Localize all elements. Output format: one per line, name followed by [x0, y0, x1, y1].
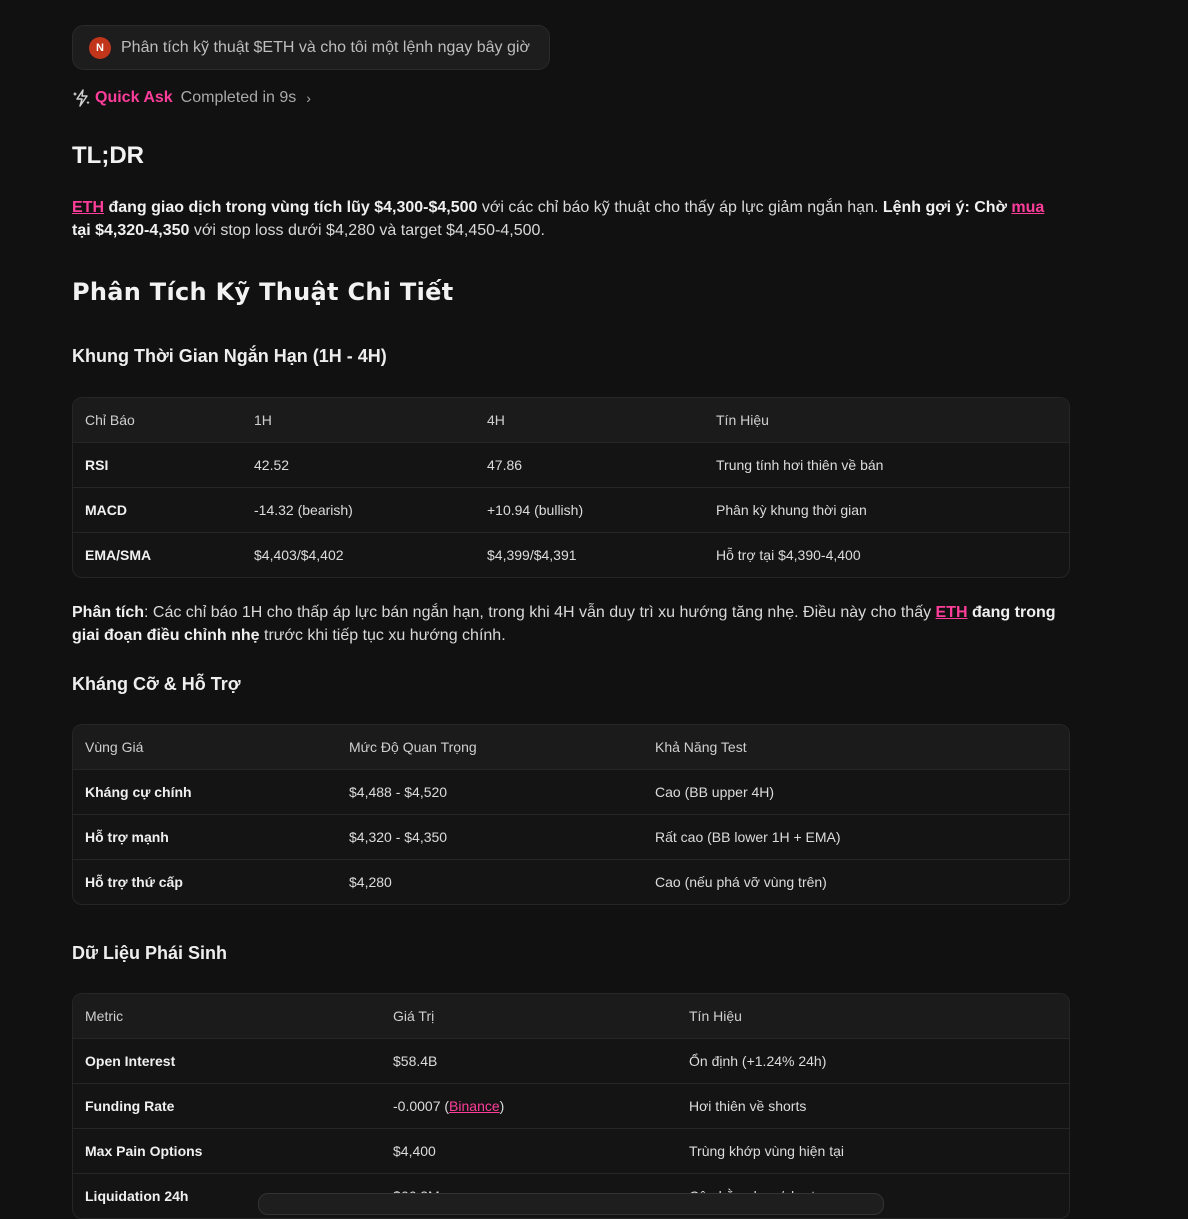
analysis-paragraph: Phân tích: Các chỉ báo 1H cho thấp áp lự… — [72, 601, 1070, 647]
table-cell: $4,403/$4,402 — [254, 547, 344, 563]
eth-link[interactable]: ETH — [936, 604, 968, 621]
column-header: Metric — [85, 1008, 124, 1024]
table-cell: Kháng cự chính — [85, 784, 192, 800]
section-title: Phân Tích Kỹ Thuật Chi Tiết — [72, 278, 454, 306]
table-cell: -0.0007 (Binance) — [381, 1098, 677, 1114]
table-header-row: Vùng Giá Mức Độ Quan Trọng Khả Năng Test — [73, 725, 1069, 769]
table-cell: Phân kỳ khung thời gian — [716, 502, 867, 518]
user-message-bubble: N Phân tích kỹ thuật $ETH và cho tôi một… — [72, 25, 550, 70]
table-cell: 47.86 — [487, 457, 523, 473]
table-row: MACD -14.32 (bearish) +10.94 (bullish) P… — [73, 487, 1069, 532]
column-header: Khả Năng Test — [655, 739, 747, 755]
table-cell: -14.32 (bearish) — [254, 502, 353, 518]
tldr-bold-3: tại $4,320-4,350 — [72, 222, 190, 239]
table-cell: Hỗ trợ mạnh — [85, 829, 169, 845]
quick-ask-toggle[interactable]: Quick Ask Completed in 9s › — [72, 86, 311, 110]
quick-ask-status: Completed in 9s — [180, 89, 297, 106]
table-row: EMA/SMA $4,403/$4,402 $4,399/$4,391 Hỗ t… — [73, 532, 1069, 577]
table-cell: Cao (BB upper 4H) — [655, 784, 775, 800]
table-cell: $4,280 — [349, 874, 392, 890]
table-cell: +10.94 (bullish) — [487, 502, 584, 518]
table-row: Kháng cự chính $4,488 - $4,520 Cao (BB u… — [73, 769, 1069, 814]
table-header-row: Chỉ Báo 1H 4H Tín Hiệu — [73, 398, 1069, 442]
column-header: 1H — [254, 412, 272, 428]
table-cell: $4,320 - $4,350 — [349, 829, 448, 845]
tldr-text-1: với các chỉ báo kỹ thuật cho thấy áp lực… — [477, 199, 883, 216]
table-cell: $4,400 — [393, 1143, 436, 1159]
short-term-heading: Khung Thời Gian Ngắn Hạn (1H - 4H) — [72, 346, 387, 366]
analysis-label: Phân tích — [72, 604, 145, 621]
table-row: Open Interest $58.4B Ổn định (+1.24% 24h… — [73, 1038, 1069, 1083]
analysis-text-1: : Các chỉ báo 1H cho thấp áp lực bán ngắ… — [144, 604, 936, 621]
table-row: RSI 42.52 47.86 Trung tính hơi thiên về … — [73, 442, 1069, 487]
user-avatar: N — [89, 36, 111, 59]
levels-table: Vùng Giá Mức Độ Quan Trọng Khả Năng Test… — [72, 724, 1070, 905]
short-term-table: Chỉ Báo 1H 4H Tín Hiệu RSI 42.52 47.86 T… — [72, 397, 1070, 578]
column-header: 4H — [487, 412, 505, 428]
eth-link[interactable]: ETH — [72, 199, 104, 216]
table-cell: Hỗ trợ tại $4,390-4,400 — [716, 547, 861, 563]
column-header: Tín Hiệu — [716, 412, 769, 428]
chat-input-bar[interactable] — [258, 1193, 884, 1215]
column-header: Giá Trị — [393, 1008, 435, 1024]
table-row: Hỗ trợ thứ cấp $4,280 Cao (nếu phá vỡ vù… — [73, 859, 1069, 904]
table-row: Hỗ trợ mạnh $4,320 - $4,350 Rất cao (BB … — [73, 814, 1069, 859]
tldr-bold-1: đang giao dịch trong vùng tích lũy $4,30… — [104, 199, 478, 216]
column-header: Mức Độ Quan Trọng — [349, 739, 477, 755]
levels-heading: Kháng Cỡ & Hỗ Trợ — [72, 674, 241, 694]
table-cell: Cao (nếu phá vỡ vùng trên) — [655, 874, 827, 890]
table-cell: Max Pain Options — [85, 1143, 203, 1159]
table-cell: 42.52 — [254, 457, 290, 473]
buy-link[interactable]: mua — [1011, 199, 1044, 216]
table-cell: Ổn định (+1.24% 24h) — [689, 1053, 827, 1069]
table-cell: EMA/SMA — [85, 547, 152, 563]
derivatives-table: Metric Giá Trị Tín Hiệu Open Interest $5… — [72, 993, 1070, 1219]
analysis-text-2: trước khi tiếp tục xu hướng chính. — [259, 627, 506, 644]
table-cell: Hơi thiên về shorts — [689, 1098, 807, 1114]
funding-close: ) — [499, 1098, 505, 1114]
table-cell: MACD — [85, 502, 127, 518]
table-cell: $4,488 - $4,520 — [349, 784, 448, 800]
table-cell: $4,399/$4,391 — [487, 547, 577, 563]
table-cell: Trùng khớp vùng hiện tại — [689, 1143, 844, 1159]
table-header-row: Metric Giá Trị Tín Hiệu — [73, 994, 1069, 1038]
derivatives-heading: Dữ Liệu Phái Sinh — [72, 943, 228, 963]
table-cell: Funding Rate — [85, 1098, 175, 1114]
table-row: Funding Rate -0.0007 (Binance) Hơi thiên… — [73, 1083, 1069, 1128]
binance-link[interactable]: Binance — [449, 1098, 500, 1114]
table-cell: Hỗ trợ thứ cấp — [85, 874, 183, 890]
sparkle-bolt-icon — [73, 89, 90, 107]
table-cell: RSI — [85, 457, 109, 473]
tldr-text-2: với stop loss dưới $4,280 và target $4,4… — [189, 222, 545, 239]
table-cell: Trung tính hơi thiên về bán — [716, 457, 884, 473]
table-cell: Open Interest — [85, 1053, 176, 1069]
tldr-bold-2: Lệnh gợi ý: Chờ — [882, 199, 1012, 216]
table-cell: Rất cao (BB lower 1H + EMA) — [655, 829, 841, 845]
quick-ask-title: Quick Ask — [95, 89, 173, 106]
column-header: Vùng Giá — [85, 739, 144, 755]
column-header: Tín Hiệu — [689, 1008, 742, 1024]
chevron-right-icon[interactable]: › — [306, 90, 311, 106]
user-message-text: Phân tích kỹ thuật $ETH và cho tôi một l… — [121, 38, 530, 56]
funding-value: -0.0007 ( — [393, 1098, 450, 1114]
tldr-paragraph: ETH đang giao dịch trong vùng tích lũy $… — [72, 196, 1070, 242]
column-header: Chỉ Báo — [85, 412, 135, 428]
table-row: Max Pain Options $4,400 Trùng khớp vùng … — [73, 1128, 1069, 1173]
tldr-heading: TL;DR — [72, 142, 144, 169]
table-cell: $58.4B — [393, 1053, 438, 1069]
